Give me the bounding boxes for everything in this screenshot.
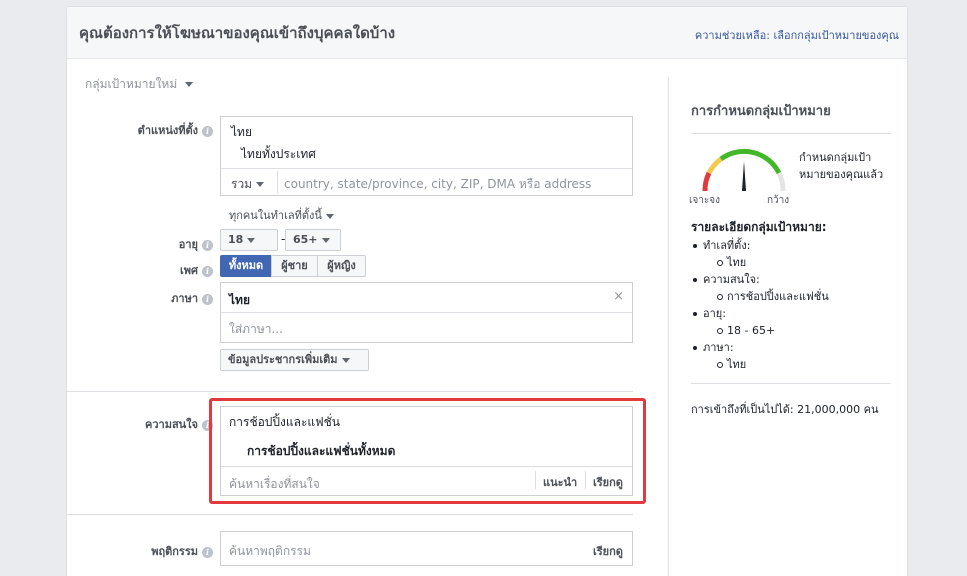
- language-label: ภาษา i: [87, 289, 213, 307]
- details-item-language: ภาษา: ไทย: [691, 339, 901, 373]
- age-min-value: 18: [228, 233, 244, 246]
- details-item-value: ไทย: [703, 254, 901, 271]
- location-label: ตำแหน่งที่ตั้ง i: [87, 121, 213, 139]
- location-scope-label: ทุกคนในทำเลที่ตั้งนี้: [229, 209, 322, 222]
- details-item-label: ความสนใจ:: [703, 273, 760, 286]
- gender-label: เพศ i: [87, 261, 213, 279]
- more-demographics-button[interactable]: ข้อมูลประชากรเพิ่มเติม: [220, 349, 369, 371]
- gauge-left-label: เจาะจง: [689, 195, 721, 206]
- interests-label-text: ความสนใจ: [144, 418, 198, 431]
- location-box: ไทย ไทยทั้งประเทศ รวม country, state/pro…: [220, 116, 633, 196]
- chevron-down-icon: [341, 357, 350, 363]
- gauge-empty-segment: [776, 171, 786, 192]
- audience-dropdown-label: กลุ่มเป้าหมายใหม่: [85, 77, 178, 91]
- gender-male-button[interactable]: ผู้ชาย: [271, 255, 318, 277]
- language-box: ไทย × ใส่ภาษา...: [220, 282, 633, 343]
- location-divider: [221, 168, 632, 169]
- audience-dropdown[interactable]: กลุ่มเป้าหมายใหม่: [85, 75, 194, 94]
- section-title: คุณต้องการให้โฆษณาของคุณเข้าถึงบุคคลใดบ้…: [79, 24, 396, 42]
- sidebar-divider: [668, 77, 669, 576]
- location-country: ไทย: [231, 125, 252, 139]
- details-item-label: อายุ:: [703, 307, 726, 320]
- gender-all-button[interactable]: ทั้งหมด: [220, 255, 272, 277]
- details-item-label: ทำเลที่ตั้ง:: [703, 239, 751, 252]
- more-demographics-label: ข้อมูลประชากรเพิ่มเติม: [228, 353, 338, 366]
- location-entry[interactable]: ไทยทั้งประเทศ: [241, 145, 316, 164]
- location-search-input[interactable]: country, state/province, city, ZIP, DMA …: [284, 175, 591, 194]
- interests-highlight: [209, 398, 646, 504]
- details-item-age: อายุ: 18 - 65+: [691, 305, 901, 339]
- chevron-down-icon: [247, 237, 256, 243]
- details-list: ทำเลที่ตั้ง: ไทย ความสนใจ: การช้อปปิ้งแล…: [691, 237, 901, 373]
- language-input[interactable]: ใส่ภาษา...: [229, 320, 283, 339]
- details-title: รายละเอียดกลุ่มเป้าหมาย:: [691, 220, 827, 234]
- behaviors-label: พฤติกรรม i: [87, 542, 213, 560]
- behaviors-search-input[interactable]: ค้นหาพฤติกรรม: [229, 542, 311, 561]
- details-item-value: 18 - 65+: [703, 322, 901, 339]
- info-icon[interactable]: i: [202, 265, 213, 277]
- include-divider: [277, 171, 278, 193]
- gauge-right-label: กว้าง: [767, 195, 790, 206]
- behaviors-label-text: พฤติกรรม: [151, 545, 198, 558]
- include-label: รวม: [231, 177, 253, 191]
- chevron-down-icon: [321, 237, 330, 243]
- age-max-select[interactable]: 65+: [285, 229, 341, 251]
- gauge-needle-icon: [742, 161, 746, 191]
- info-icon[interactable]: i: [202, 546, 213, 558]
- close-icon[interactable]: ×: [613, 289, 624, 304]
- age-label-text: อายุ: [178, 238, 198, 251]
- include-dropdown[interactable]: รวม: [231, 175, 265, 194]
- gauge-description: กำหนดกลุ่มเป้า หมายของคุณแล้ว: [799, 149, 883, 183]
- details-item-location: ทำเลที่ตั้ง: ไทย: [691, 237, 901, 271]
- language-divider: [221, 312, 632, 313]
- details-item-value: ไทย: [703, 356, 901, 373]
- location-label-text: ตำแหน่งที่ตั้ง: [137, 124, 198, 137]
- interests-label: ความสนใจ i: [87, 415, 213, 433]
- section-divider: [67, 514, 633, 515]
- sidebar-title: การกำหนดกลุ่มเป้าหมาย: [691, 104, 831, 119]
- audience-gauge: [702, 148, 786, 192]
- gauge-description-line1: กำหนดกลุ่มเป้า: [799, 151, 872, 164]
- age-label: อายุ i: [87, 235, 213, 253]
- chevron-down-icon: [325, 213, 334, 219]
- help-link[interactable]: ความช่วยเหลือ: เลือกกลุ่มเป้าหมายของคุณ: [695, 26, 899, 44]
- gauge-red-segment: [702, 171, 712, 192]
- location-scope-dropdown[interactable]: ทุกคนในทำเลที่ตั้งนี้: [229, 206, 334, 224]
- info-icon[interactable]: i: [202, 239, 213, 251]
- sidebar-divider-top: [691, 133, 891, 134]
- details-item-value: การช้อปปิ้งและแฟชั่น: [703, 288, 901, 305]
- potential-reach: การเข้าถึงที่เป็นไปได้: 21,000,000 คน: [691, 403, 879, 416]
- gauge-green-segment: [719, 148, 782, 175]
- chevron-down-icon: [185, 82, 194, 87]
- behaviors-box: ค้นหาพฤติกรรม เรียกดู: [220, 531, 633, 566]
- language-selected: ไทย: [229, 293, 250, 307]
- gauge-description-line2: หมายของคุณแล้ว: [799, 168, 884, 181]
- browse-behaviors-button[interactable]: เรียกดู: [593, 542, 623, 560]
- info-icon[interactable]: i: [202, 125, 213, 137]
- details-item-label: ภาษา:: [703, 341, 734, 354]
- language-label-text: ภาษา: [171, 292, 198, 305]
- gender-female-button[interactable]: ผู้หญิง: [317, 255, 366, 277]
- sidebar-divider-bottom: [691, 383, 891, 384]
- gender-label-text: เพศ: [180, 264, 198, 277]
- gauge-yellow-segment: [706, 156, 723, 175]
- section-header: คุณต้องการให้โฆษณาของคุณเข้าถึงบุคคลใดบ้…: [67, 7, 907, 59]
- age-max-value: 65+: [293, 233, 318, 246]
- chevron-down-icon: [256, 182, 265, 187]
- age-min-select[interactable]: 18: [220, 229, 278, 251]
- info-icon[interactable]: i: [202, 293, 213, 305]
- details-item-interests: ความสนใจ: การช้อปปิ้งและแฟชั่น: [691, 271, 901, 305]
- section-divider: [67, 391, 633, 392]
